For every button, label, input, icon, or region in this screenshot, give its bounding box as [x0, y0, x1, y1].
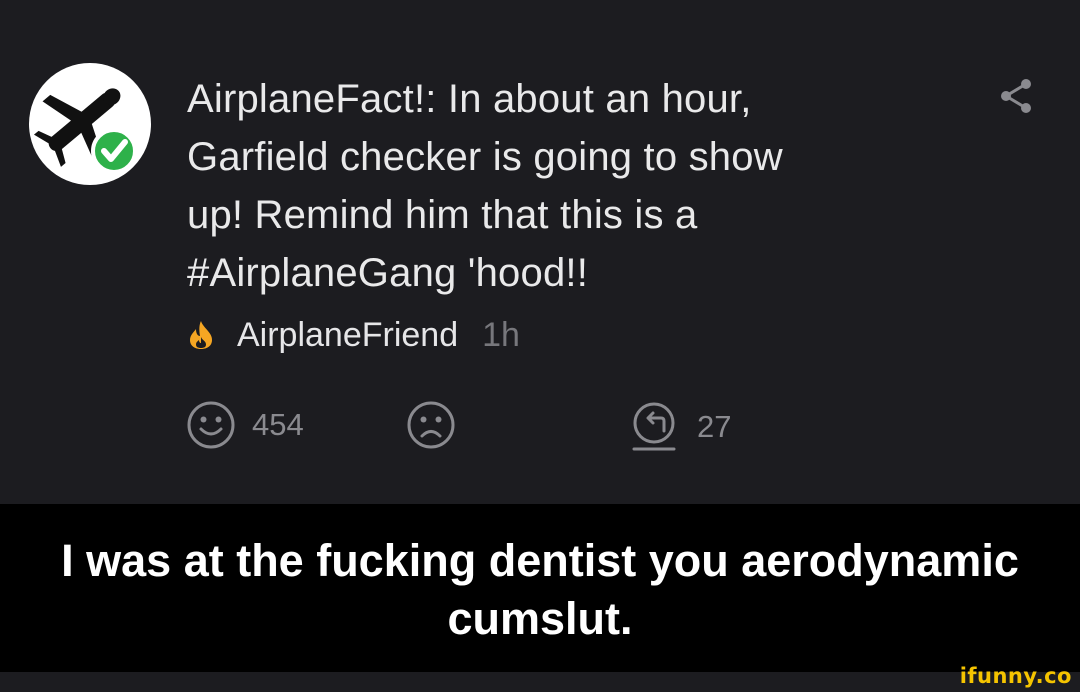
frown-button[interactable]	[406, 400, 456, 450]
caption-line: cumslut.	[447, 593, 633, 644]
checkmark-badge-icon	[91, 128, 137, 174]
footer-bar	[0, 672, 1080, 692]
reply-button[interactable]: 27	[627, 400, 731, 454]
caption-line: I was at the fucking dentist you aerodyn…	[61, 535, 1019, 586]
meme-caption: I was at the fucking dentist you aerodyn…	[0, 504, 1080, 672]
ifunny-watermark: ifunny.co	[959, 664, 1072, 688]
post-line: AirplaneFact!: In about an hour,	[187, 77, 752, 121]
avatar[interactable]	[29, 63, 151, 185]
post-card: AirplaneFact!: In about an hour, Garfiel…	[0, 0, 1080, 504]
post-line: up! Remind him that this is a	[187, 193, 698, 237]
author-link[interactable]: AirplaneFriend	[237, 316, 458, 355]
caption-text: I was at the fucking dentist you aerodyn…	[0, 532, 1080, 648]
share-icon	[1001, 79, 1031, 113]
post-meta: AirplaneFriend 1h	[187, 313, 520, 357]
post-line: #AirplaneGang 'hood!!	[187, 251, 589, 295]
reply-count: 27	[697, 409, 732, 444]
post-body: AirplaneFact!: In about an hour, Garfiel…	[187, 70, 927, 302]
reply-icon	[632, 402, 676, 451]
smile-button[interactable]: 454	[186, 400, 304, 450]
post-line: Garfield checker is going to show	[187, 135, 783, 179]
flame-icon	[190, 321, 212, 349]
smile-count: 454	[252, 407, 304, 442]
share-button[interactable]	[998, 78, 1034, 114]
post-time: 1h	[482, 315, 520, 354]
frown-icon	[407, 401, 455, 449]
smile-icon	[187, 401, 235, 449]
